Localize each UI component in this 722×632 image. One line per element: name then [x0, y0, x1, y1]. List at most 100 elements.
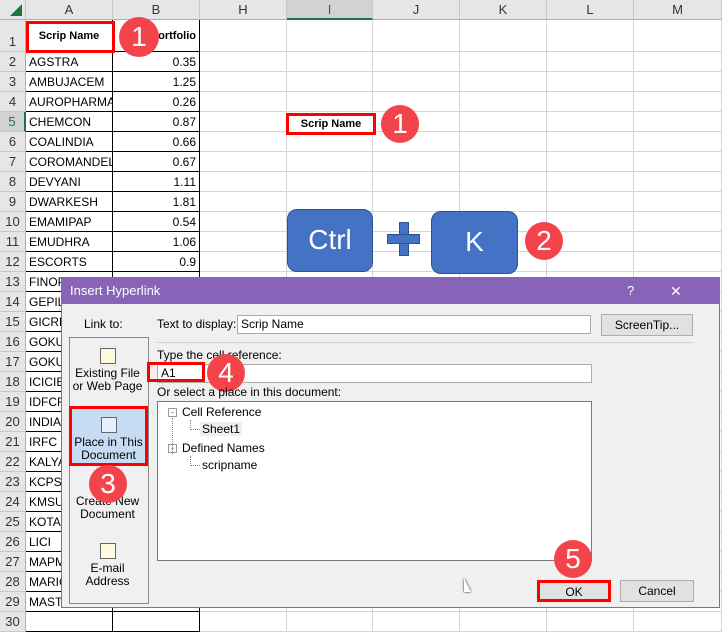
tree-node-cell-reference[interactable]: Cell Reference — [182, 405, 261, 419]
cancel-button[interactable]: Cancel — [620, 580, 694, 602]
cell-k1[interactable] — [460, 20, 547, 52]
cell-a3[interactable]: AMBUJACEM — [26, 72, 113, 92]
cell-k8[interactable] — [460, 172, 547, 192]
cell-b10[interactable]: 0.54 — [113, 212, 200, 232]
cell-b5[interactable]: 0.87 — [113, 112, 200, 132]
row-header-9[interactable]: 9 — [0, 192, 26, 212]
cell-h9[interactable] — [200, 192, 287, 212]
link-place-in-document[interactable]: Place in This Document — [69, 406, 148, 466]
ok-button[interactable]: OK — [537, 580, 611, 602]
cell-i7[interactable] — [287, 152, 373, 172]
column-header-m[interactable]: M — [634, 0, 722, 20]
link-email-address[interactable]: E-mail Address — [70, 543, 145, 588]
row-header-10[interactable]: 10 — [0, 212, 26, 232]
cell-a5[interactable]: CHEMCON — [26, 112, 113, 132]
cell-m7[interactable] — [634, 152, 722, 172]
row-header-3[interactable]: 3 — [0, 72, 26, 92]
row-header-1[interactable]: 1 — [0, 20, 26, 52]
link-existing-file[interactable]: Existing File or Web Page — [70, 348, 145, 393]
cell-m30[interactable] — [634, 612, 722, 632]
cell-l4[interactable] — [547, 92, 634, 112]
cell-j8[interactable] — [373, 172, 460, 192]
cell-j30[interactable] — [373, 612, 460, 632]
cell-h30[interactable] — [200, 612, 287, 632]
cell-b12[interactable]: 0.9 — [113, 252, 200, 272]
cell-b6[interactable]: 0.66 — [113, 132, 200, 152]
row-header-23[interactable]: 23 — [0, 472, 26, 492]
cell-m3[interactable] — [634, 72, 722, 92]
cell-m5[interactable] — [634, 112, 722, 132]
close-icon[interactable]: ✕ — [670, 278, 682, 304]
row-header-7[interactable]: 7 — [0, 152, 26, 172]
cell-i8[interactable] — [287, 172, 373, 192]
cell-l12[interactable] — [547, 252, 634, 272]
cell-m12[interactable] — [634, 252, 722, 272]
cell-b7[interactable]: 0.67 — [113, 152, 200, 172]
cell-m1[interactable] — [634, 20, 722, 52]
row-header-25[interactable]: 25 — [0, 512, 26, 532]
row-header-4[interactable]: 4 — [0, 92, 26, 112]
row-header-16[interactable]: 16 — [0, 332, 26, 352]
cell-b30[interactable] — [113, 612, 200, 632]
cell-h12[interactable] — [200, 252, 287, 272]
cell-j9[interactable] — [373, 192, 460, 212]
cell-i30[interactable] — [287, 612, 373, 632]
row-header-29[interactable]: 29 — [0, 592, 26, 612]
cell-l2[interactable] — [547, 52, 634, 72]
row-header-21[interactable]: 21 — [0, 432, 26, 452]
cell-j2[interactable] — [373, 52, 460, 72]
cell-b8[interactable]: 1.11 — [113, 172, 200, 192]
cell-a6[interactable]: COALINDIA — [26, 132, 113, 152]
cell-k6[interactable] — [460, 132, 547, 152]
cell-k9[interactable] — [460, 192, 547, 212]
cell-h10[interactable] — [200, 212, 287, 232]
cell-h7[interactable] — [200, 152, 287, 172]
cell-b9[interactable]: 1.81 — [113, 192, 200, 212]
cell-m10[interactable] — [634, 212, 722, 232]
cell-a2[interactable]: AGSTRA — [26, 52, 113, 72]
row-header-14[interactable]: 14 — [0, 292, 26, 312]
cell-a7[interactable]: COROMANDEL — [26, 152, 113, 172]
place-tree[interactable]: - Cell Reference Sheet1 - Defined Names … — [157, 401, 592, 561]
text-to-display-input[interactable]: Scrip Name — [237, 315, 591, 334]
cell-i3[interactable] — [287, 72, 373, 92]
row-header-30[interactable]: 30 — [0, 612, 26, 632]
cell-a8[interactable]: DEVYANI — [26, 172, 113, 192]
row-header-20[interactable]: 20 — [0, 412, 26, 432]
row-header-2[interactable]: 2 — [0, 52, 26, 72]
column-header-l[interactable]: L — [547, 0, 634, 20]
cell-k2[interactable] — [460, 52, 547, 72]
cell-h11[interactable] — [200, 232, 287, 252]
row-header-11[interactable]: 11 — [0, 232, 26, 252]
cell-i4[interactable] — [287, 92, 373, 112]
cell-h5[interactable] — [200, 112, 287, 132]
row-header-6[interactable]: 6 — [0, 132, 26, 152]
cell-l6[interactable] — [547, 132, 634, 152]
cell-a11[interactable]: EMUDHRA — [26, 232, 113, 252]
cell-j1[interactable] — [373, 20, 460, 52]
cell-k7[interactable] — [460, 152, 547, 172]
row-header-5[interactable]: 5 — [0, 112, 26, 132]
tree-node-sheet1[interactable]: Sheet1 — [200, 422, 243, 436]
cell-a12[interactable]: ESCORTS — [26, 252, 113, 272]
screentip-button[interactable]: ScreenTip... — [601, 314, 693, 336]
cell-h3[interactable] — [200, 72, 287, 92]
cell-a30[interactable] — [26, 612, 113, 632]
cell-h8[interactable] — [200, 172, 287, 192]
row-header-19[interactable]: 19 — [0, 392, 26, 412]
cell-l1[interactable] — [547, 20, 634, 52]
cell-m9[interactable] — [634, 192, 722, 212]
row-header-22[interactable]: 22 — [0, 452, 26, 472]
cell-m11[interactable] — [634, 232, 722, 252]
cell-h6[interactable] — [200, 132, 287, 152]
help-button[interactable]: ? — [627, 278, 634, 304]
cell-a9[interactable]: DWARKESH — [26, 192, 113, 212]
tree-node-defined-names[interactable]: Defined Names — [182, 441, 265, 455]
cell-i6[interactable] — [287, 132, 373, 152]
cell-k30[interactable] — [460, 612, 547, 632]
row-header-17[interactable]: 17 — [0, 352, 26, 372]
cell-j7[interactable] — [373, 152, 460, 172]
select-all-corner[interactable] — [0, 0, 26, 20]
collapse-icon[interactable]: - — [168, 444, 177, 453]
cell-m2[interactable] — [634, 52, 722, 72]
